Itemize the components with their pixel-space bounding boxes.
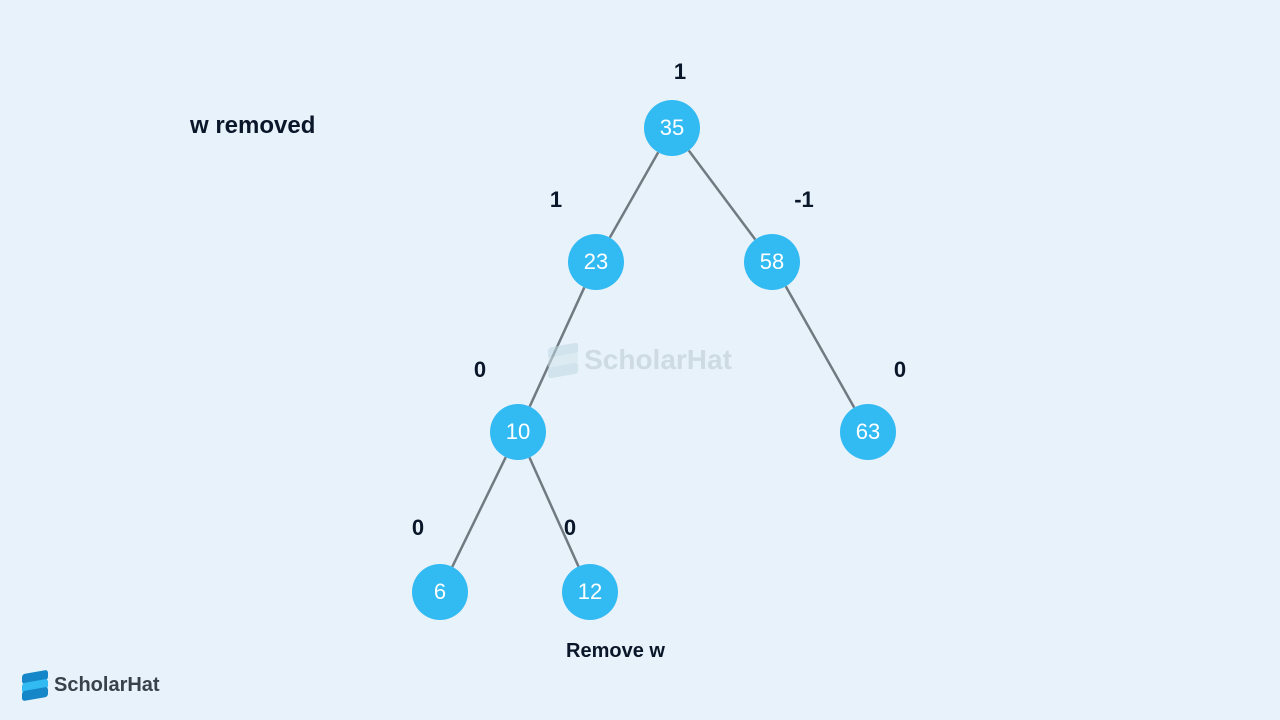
tree-edge: [529, 458, 578, 567]
tree-edge: [530, 287, 585, 406]
tree-node-35: 35: [644, 100, 700, 156]
caption-label: Remove w: [566, 640, 665, 663]
tree-node-12: 12: [562, 564, 618, 620]
tree-node-23: 23: [568, 234, 624, 290]
balance-label-12: 0: [564, 515, 576, 541]
tree-node-58: 58: [744, 234, 800, 290]
tree-edge: [689, 150, 756, 239]
tree-node-6: 6: [412, 564, 468, 620]
tree-edge: [610, 152, 658, 237]
scholarhat-logo-icon: [22, 672, 48, 698]
tree-edge: [452, 457, 505, 567]
logo-text: ScholarHat: [54, 674, 160, 697]
watermark: ScholarHat: [548, 344, 732, 376]
balance-label-23: 1: [550, 187, 562, 213]
balance-label-35: 1: [674, 59, 686, 85]
balance-label-58: -1: [794, 187, 814, 213]
scholarhat-logo-icon: [548, 345, 578, 375]
tree-node-10: 10: [490, 404, 546, 460]
balance-label-63: 0: [894, 357, 906, 383]
logo-corner: ScholarHat: [22, 672, 160, 698]
balance-label-6: 0: [412, 515, 424, 541]
balance-label-10: 0: [474, 357, 486, 383]
tree-edge: [786, 286, 854, 407]
watermark-text: ScholarHat: [584, 344, 732, 376]
tree-edges: [0, 0, 1280, 720]
tree-node-63: 63: [840, 404, 896, 460]
title-label: w removed: [190, 112, 315, 140]
